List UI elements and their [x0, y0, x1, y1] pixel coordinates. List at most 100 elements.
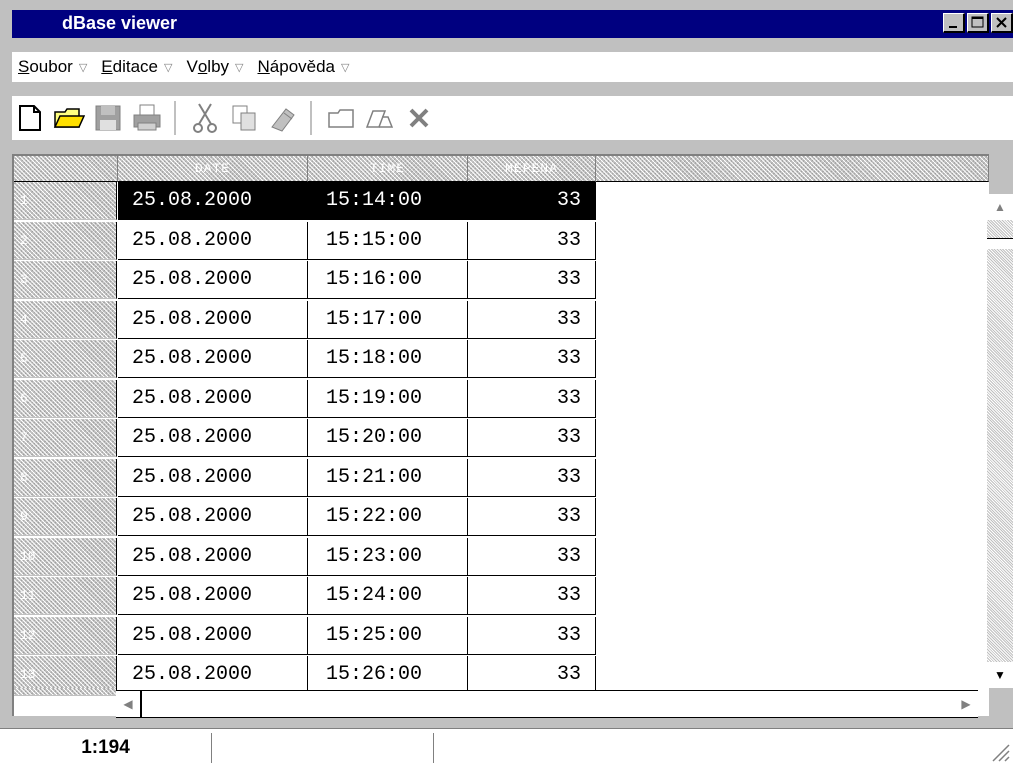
row-header[interactable]: 6 [14, 379, 117, 418]
resize-grip-icon[interactable] [985, 737, 1011, 763]
scroll-down-button[interactable]: ▼ [987, 662, 1013, 688]
row-header[interactable]: 9 [14, 498, 117, 536]
cell-date[interactable]: 25.08.2000 [118, 458, 308, 497]
cell-mepena[interactable]: 33 [468, 577, 596, 615]
cell-mepena[interactable]: 33 [468, 182, 596, 220]
scroll-right-button[interactable]: ▶ [954, 691, 978, 717]
table-row[interactable]: 8 25.08.2000 15:21:00 33 [14, 458, 989, 497]
cell-date[interactable]: 25.08.2000 [118, 419, 308, 457]
row-header[interactable]: 1 [14, 182, 117, 220]
table-row[interactable]: 4 25.08.2000 15:17:00 33 [14, 300, 989, 339]
copy-button[interactable] [226, 100, 262, 136]
cell-mepena[interactable]: 33 [468, 261, 596, 299]
cell-mepena[interactable]: 33 [468, 300, 596, 339]
row-header[interactable]: 3 [14, 261, 117, 299]
save-button[interactable] [90, 100, 126, 136]
row-header[interactable]: 11 [14, 577, 117, 615]
minimize-button[interactable] [943, 13, 965, 33]
grid-corner [14, 156, 118, 182]
data-grid[interactable]: DATE TIME MEPENA 1 25.08.2000 15:14:00 33 2 2… [12, 154, 989, 716]
cell-date[interactable]: 25.08.2000 [118, 182, 308, 220]
cell-time[interactable]: 15:20:00 [308, 419, 468, 457]
column-header-mepena[interactable]: MEPENA [468, 156, 596, 182]
scroll-thumb[interactable] [987, 238, 1013, 249]
cell-time[interactable]: 15:16:00 [308, 261, 468, 299]
cell-mepena[interactable]: 33 [468, 537, 596, 576]
cell-time[interactable]: 15:14:00 [308, 182, 468, 220]
row-header[interactable]: 10 [14, 537, 117, 576]
table-row[interactable]: 6 25.08.2000 15:19:00 33 [14, 379, 989, 418]
menu-soubor[interactable]: Soubor ▽ [12, 57, 95, 77]
dropdown-arrow-icon: ▽ [78, 61, 88, 74]
cell-time[interactable]: 15:15:00 [308, 221, 468, 260]
table-row[interactable]: 9 25.08.2000 15:22:00 33 [14, 498, 989, 536]
cell-mepena[interactable]: 33 [468, 379, 596, 418]
table-row[interactable]: 11 25.08.2000 15:24:00 33 [14, 577, 989, 615]
cell-mepena[interactable]: 33 [468, 340, 596, 378]
hscroll-thumb[interactable] [140, 691, 142, 717]
maximize-button[interactable] [967, 13, 989, 33]
horizontal-scrollbar[interactable]: ◀ ▶ [116, 690, 978, 718]
column-header-date[interactable]: DATE [118, 156, 308, 182]
row-header[interactable]: 2 [14, 221, 117, 260]
cell-date[interactable]: 25.08.2000 [118, 379, 308, 418]
scroll-up-button[interactable]: ▲ [987, 194, 1013, 220]
cell-time[interactable]: 15:19:00 [308, 379, 468, 418]
paste-button[interactable] [265, 100, 301, 136]
close-button[interactable] [991, 13, 1013, 33]
minimize-icon [949, 26, 957, 28]
scroll-left-button[interactable]: ◀ [116, 691, 140, 717]
cell-mepena[interactable]: 33 [468, 458, 596, 497]
menu-volby[interactable]: Vo lby ▽ [180, 57, 251, 77]
cell-mepena[interactable]: 33 [468, 419, 596, 457]
menu-label-pre: V [186, 57, 198, 76]
delete-icon [409, 108, 429, 128]
cell-mepena[interactable]: 33 [468, 498, 596, 536]
table-row[interactable]: 10 25.08.2000 15:23:00 33 [14, 537, 989, 576]
table-row[interactable]: 5 25.08.2000 15:18:00 33 [14, 340, 989, 378]
cell-time[interactable]: 15:23:00 [308, 537, 468, 576]
table-row[interactable]: 1 25.08.2000 15:14:00 33 [14, 182, 989, 220]
cut-button[interactable] [187, 100, 223, 136]
menu-editace[interactable]: Editace ▽ [95, 57, 180, 77]
table-row[interactable]: 7 25.08.2000 15:20:00 33 [14, 419, 989, 457]
row-header[interactable]: 7 [14, 419, 117, 457]
delete-button[interactable] [401, 100, 437, 136]
cell-date[interactable]: 25.08.2000 [118, 261, 308, 299]
cell-date[interactable]: 25.08.2000 [118, 537, 308, 576]
column-header-time[interactable]: TIME [308, 156, 468, 182]
menu-napoveda[interactable]: Nápověda ▽ [252, 57, 358, 77]
new-button[interactable] [12, 100, 48, 136]
cell-date[interactable]: 25.08.2000 [118, 498, 308, 536]
cell-date[interactable]: 25.08.2000 [118, 221, 308, 260]
row-header[interactable]: 12 [14, 616, 117, 655]
edit-record-button[interactable] [362, 100, 398, 136]
cell-time[interactable]: 15:21:00 [308, 458, 468, 497]
dropdown-arrow-icon: ▽ [164, 61, 173, 74]
cell-time[interactable]: 15:22:00 [308, 498, 468, 536]
cell-date[interactable]: 25.08.2000 [118, 577, 308, 615]
table-row[interactable]: 3 25.08.2000 15:16:00 33 [14, 261, 989, 299]
cell-time[interactable]: 15:24:00 [308, 577, 468, 615]
edit-record-icon [365, 110, 394, 128]
cell-date[interactable]: 25.08.2000 [118, 616, 308, 655]
row-header[interactable]: 8 [14, 458, 117, 497]
title-bar[interactable]: dBase viewer [12, 10, 1013, 38]
cell-date[interactable]: 25.08.2000 [118, 340, 308, 378]
cell-mepena[interactable]: 33 [468, 221, 596, 260]
cell-date[interactable]: 25.08.2000 [118, 300, 308, 339]
cell-time[interactable]: 15:18:00 [308, 340, 468, 378]
print-icon [133, 104, 161, 131]
open-button[interactable] [51, 100, 87, 136]
new-record-button[interactable] [323, 100, 359, 136]
cell-mepena[interactable]: 33 [468, 616, 596, 655]
table-row[interactable]: 2 25.08.2000 15:15:00 33 [14, 221, 989, 260]
cell-time[interactable]: 15:17:00 [308, 300, 468, 339]
print-button[interactable] [129, 100, 165, 136]
row-header[interactable]: 4 [14, 300, 117, 339]
cell-time[interactable]: 15:25:00 [308, 616, 468, 655]
row-header[interactable]: 5 [14, 340, 117, 378]
status-position: 1:194 [0, 733, 212, 763]
table-row[interactable]: 12 25.08.2000 15:25:00 33 [14, 616, 989, 655]
vertical-scrollbar[interactable]: ▲ ▼ [987, 194, 1013, 688]
